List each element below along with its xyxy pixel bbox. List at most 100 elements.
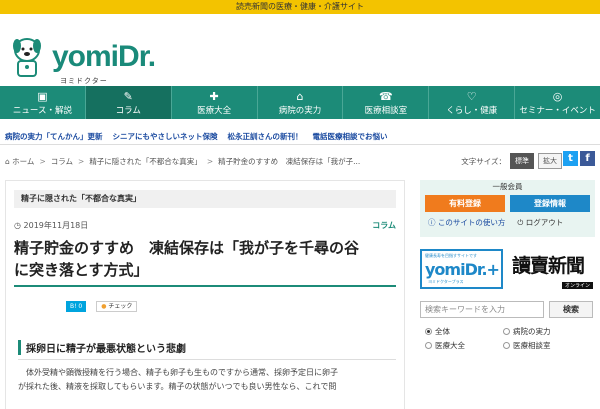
logout-label: ログアウト	[525, 218, 564, 227]
banner-plus-caption: 健康長寿を目指すサイトです	[425, 253, 477, 258]
account-info-button[interactable]: 登録情報	[510, 195, 590, 212]
logo-dr: Dr.	[118, 40, 156, 73]
paid-register-button[interactable]: 有料登録	[425, 195, 505, 212]
radio-dot	[425, 342, 432, 349]
pickup-link[interactable]: 電話医療相談でお悩い	[313, 131, 388, 142]
site-logo[interactable]: yomiDr.	[52, 40, 156, 74]
nav-item-consultation[interactable]: ☎ 医療相談室	[343, 86, 430, 119]
article-category[interactable]: コラム	[372, 220, 396, 231]
radio-hospital[interactable]: 病院の実力	[503, 326, 593, 337]
radio-label: 全体	[435, 327, 450, 336]
search-input[interactable]: 検索キーワードを入力	[420, 301, 544, 318]
banners: 健康長寿を目指すサイトです yomiDr.+ ヨミドクタープラス 讀賣新聞 オン…	[420, 249, 595, 289]
check-icon: ●	[101, 303, 107, 310]
radio-consultation[interactable]: 医療相談室	[503, 340, 593, 351]
seminar-icon: ◎	[552, 90, 563, 103]
pickup-link[interactable]: シニアにもやさしいネット保険	[113, 131, 218, 142]
social-buttons: t f	[563, 151, 595, 166]
article-date: ◷ 2019年11月18日	[14, 220, 88, 231]
nav-item-column[interactable]: ✎ コラム	[85, 86, 172, 119]
nav-item-encyclopedia[interactable]: ✚ 医療大全	[172, 86, 258, 119]
article: 精子に隠された「不都合な真実」 ◷ 2019年11月18日 コラム 精子貯金のす…	[5, 180, 405, 409]
nav-item-news[interactable]: ▣ ニュース・解説	[0, 86, 86, 119]
info-icon: ⓘ	[428, 218, 436, 227]
mascot-dog-icon[interactable]	[8, 36, 46, 78]
breadcrumb-series[interactable]: 精子に隠された「不都合な真実」	[89, 156, 202, 167]
nav-item-hospital[interactable]: ⌂ 病院の実力	[258, 86, 344, 119]
breadcrumb-column[interactable]: コラム	[51, 156, 73, 167]
article-title: 精子貯金のすすめ 凍結保存は「我が子を千尋の谷 に突き落とす方式」	[14, 237, 396, 287]
article-body: 体外受精や顕微授精を行う場合、精子も卵子も生ものですから通常、採卵予定日に卵子が…	[18, 366, 392, 394]
nav-label: くらし・健康	[446, 106, 498, 116]
pickup-link[interactable]: 松永正訓さんの新刊！	[228, 131, 303, 142]
nav-label: セミナー・イベント	[519, 106, 596, 116]
section-heading: 採卵日に精子が最悪状態という悲劇	[18, 340, 396, 355]
font-size-large-button[interactable]: 拡大	[538, 153, 562, 169]
yomidr-plus-banner[interactable]: 健康長寿を目指すサイトです yomiDr.+ ヨミドクタープラス	[420, 249, 503, 289]
body-line: 体外受精や顕微授精を行う場合、精子も卵子も生ものですから通常、採卵予定日に卵子	[26, 368, 338, 377]
howto-label: このサイトの使い方	[437, 218, 506, 227]
yomiuri-online-label: オンライン	[561, 282, 593, 289]
logo-subtitle: ヨミドクター	[60, 77, 108, 85]
search-button[interactable]: 検索	[549, 301, 593, 318]
chevron-right-icon: >	[39, 156, 46, 166]
hospital-icon: ⌂	[296, 90, 304, 103]
radio-all[interactable]: 全体	[425, 326, 503, 337]
radio-label: 医療相談室	[513, 341, 551, 350]
radio-encyclopedia[interactable]: 医療大全	[425, 340, 503, 351]
home-icon: ⌂	[5, 156, 10, 166]
body-line: が採れた後、精液を採取してもらいます。精子の状態がいつでも良い男性なら、これで問	[18, 382, 337, 391]
radio-label: 医療大全	[435, 341, 465, 350]
radio-dot	[503, 328, 510, 335]
font-size-control: 文字サイズ： 標準 拡大	[461, 153, 562, 169]
date-text: 2019年11月18日	[23, 221, 89, 230]
pickup-link[interactable]: 病院の実力「てんかん」更新	[5, 131, 103, 142]
main-nav: ▣ ニュース・解説 ✎ コラム ✚ 医療大全 ⌂ 病院の実力 ☎ 医療相談室 ♡ くらし・健…	[0, 86, 600, 119]
howto-link[interactable]: ⓘ このサイトの使い方	[428, 217, 505, 228]
logout-link[interactable]: ⏻ ログアウト	[517, 217, 563, 228]
member-title: 一般会員	[492, 182, 523, 191]
nav-label: ニュース・解説	[12, 106, 72, 116]
logo-main: yomi	[52, 40, 119, 73]
article-meta: ◷ 2019年11月18日 コラム	[14, 220, 396, 231]
nav-label: コラム	[115, 106, 141, 116]
nav-label: 医療相談室	[364, 106, 408, 116]
banner-plus-logo: yomiDr.+	[425, 260, 500, 279]
yomiuri-online-banner[interactable]: 讀賣新聞 オンライン	[510, 249, 595, 289]
logout-icon: ⏻	[517, 218, 524, 227]
site-header: yomiDr. ヨミドクター	[0, 14, 600, 86]
nav-label: 医療大全	[197, 106, 232, 116]
hatena-bookmark-button[interactable]: B! 0	[66, 301, 87, 312]
facebook-icon[interactable]: f	[580, 151, 595, 166]
clock-icon: ◷	[14, 221, 21, 230]
news-icon: ▣	[37, 90, 48, 103]
radio-label: 病院の実力	[513, 327, 551, 336]
font-size-standard-button[interactable]: 標準	[510, 153, 534, 169]
breadcrumb-current: 精子貯金のすすめ 凍結保存は「我が子...	[218, 156, 361, 166]
top-banner-text: 読売新聞の医療・健康・介護サイト	[236, 2, 364, 11]
check-label: チェック	[108, 303, 133, 310]
search-form: 検索キーワードを入力 検索	[420, 301, 595, 318]
search-scope: 全体 病院の実力 医療大全 医療相談室	[425, 326, 595, 351]
title-line: 精子貯金のすすめ 凍結保存は「我が子を千尋の谷	[14, 239, 360, 257]
breadcrumb-home[interactable]: ホーム	[12, 156, 34, 167]
pen-icon: ✎	[123, 90, 133, 103]
share-buttons: B! 0 ● チェック	[66, 301, 404, 312]
chevron-right-icon: >	[78, 156, 85, 166]
medical-cross-icon: ✚	[209, 90, 219, 103]
nav-item-seminar[interactable]: ◎ セミナー・イベント	[515, 86, 600, 119]
heart-icon: ♡	[466, 90, 477, 103]
nav-item-lifestyle[interactable]: ♡ くらし・健康	[429, 86, 516, 119]
font-size-label: 文字サイズ：	[461, 156, 506, 166]
member-box: 一般会員 有料登録 登録情報 ⓘ このサイトの使い方 ⏻ ログアウト	[420, 180, 595, 237]
series-title[interactable]: 精子に隠された「不都合な真実」	[14, 190, 396, 208]
sidebar: 一般会員 有料登録 登録情報 ⓘ このサイトの使い方 ⏻ ログアウト 健康長寿を…	[420, 180, 595, 351]
twitter-icon[interactable]: t	[563, 151, 578, 166]
radio-dot	[425, 328, 432, 335]
pickup-links: 病院の実力「てんかん」更新 シニアにもやさしいネット保険 松永正訓さんの新刊！ …	[0, 129, 600, 145]
phone-icon: ☎	[379, 90, 393, 103]
check-button[interactable]: ● チェック	[96, 301, 138, 312]
chevron-right-icon: >	[206, 156, 214, 166]
top-banner: 読売新聞の医療・健康・介護サイト	[0, 0, 600, 14]
title-line: に突き落とす方式」	[14, 261, 149, 279]
